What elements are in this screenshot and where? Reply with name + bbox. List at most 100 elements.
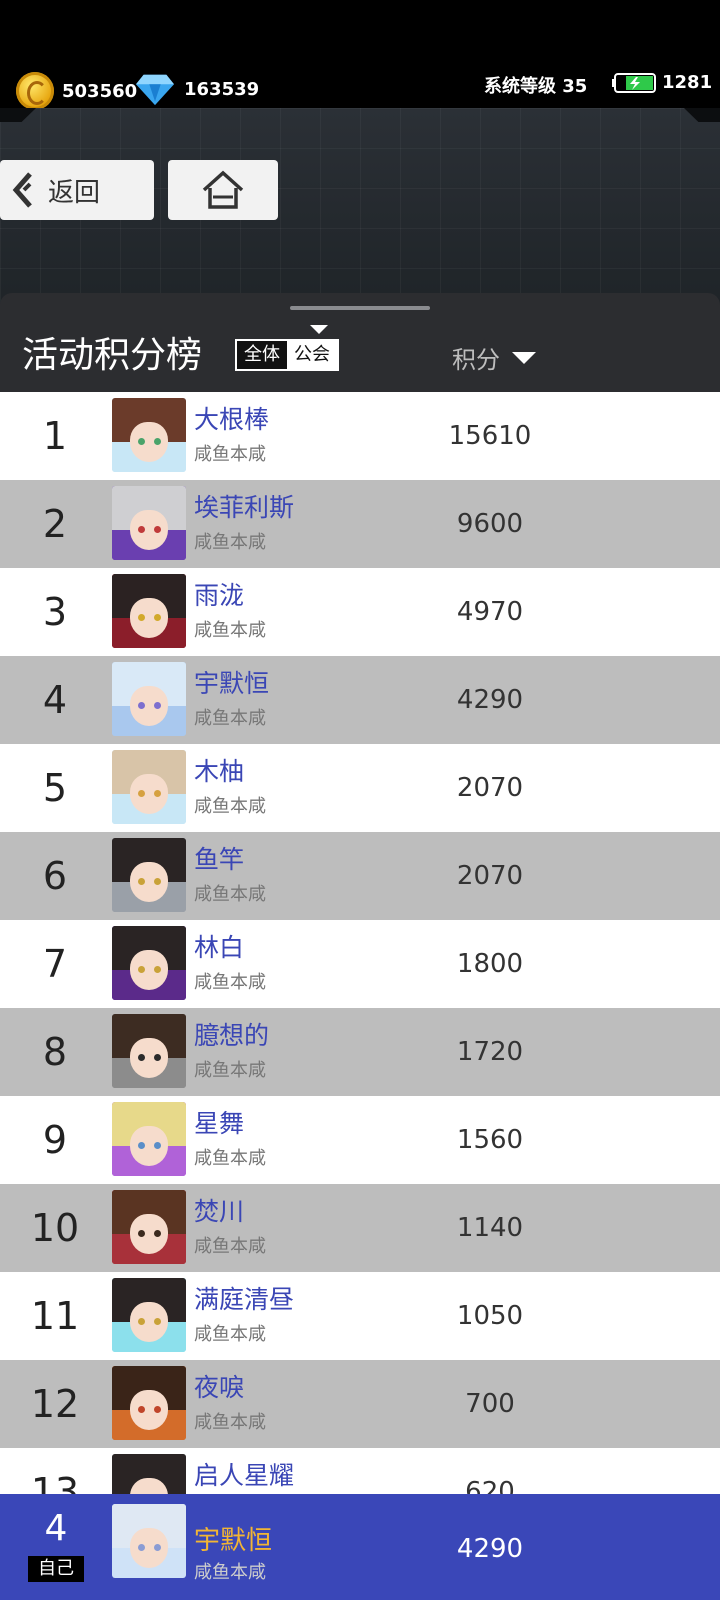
ranking-list[interactable]: 1 大根棒 咸鱼本咸 15610 2 埃菲利斯 咸鱼本咸 9600 3 雨泷 咸鱼本咸 4970 4 宇默… (0, 392, 720, 1494)
sort-down-icon (512, 351, 536, 364)
player-avatar[interactable] (112, 1366, 186, 1440)
leaderboard-row[interactable]: 12 夜唳咸鱼本咸 700 (0, 1360, 720, 1448)
energy-amount: 1281 (662, 72, 713, 93)
back-button[interactable]: 返回 (0, 160, 154, 220)
self-tag: 自己 (28, 1556, 84, 1582)
player-avatar[interactable] (112, 750, 186, 824)
player-guild: 咸鱼本咸 (194, 1148, 266, 1169)
self-avatar (112, 1504, 186, 1578)
leaderboard-row[interactable]: 9 星舞咸鱼本咸 1560 (0, 1096, 720, 1184)
gold-coin-icon (16, 72, 54, 110)
drag-handle[interactable] (290, 306, 430, 310)
leaderboard-row[interactable]: 2 埃菲利斯咸鱼本咸 9600 (0, 480, 720, 568)
player-name[interactable]: 林白 (194, 928, 244, 964)
leaderboard-row[interactable]: 6 鱼竿咸鱼本咸 2070 (0, 832, 720, 920)
player-name[interactable]: 宇默恒 (194, 664, 269, 700)
board-title: 活动积分榜 (22, 335, 203, 376)
home-button[interactable] (168, 160, 278, 220)
player-guild: 咸鱼本咸 (194, 1060, 266, 1081)
leaderboard-row[interactable]: 1 大根棒咸鱼本咸 15610 (0, 392, 720, 480)
player-name[interactable]: 启人星耀 (194, 1456, 294, 1492)
player-name[interactable]: 夜唳 (194, 1368, 244, 1404)
self-name: 宇默恒 (194, 1526, 273, 1556)
player-score: 2070 (456, 861, 524, 891)
player-avatar[interactable] (112, 662, 186, 736)
player-guild: 咸鱼本咸 (194, 1412, 266, 1433)
player-name[interactable]: 星舞 (194, 1104, 244, 1140)
self-score: 4290 (456, 1534, 524, 1564)
rank-number: 3 (42, 590, 68, 634)
player-name[interactable]: 满庭清昼 (194, 1280, 294, 1316)
player-name[interactable]: 大根棒 (194, 400, 269, 436)
player-avatar[interactable] (112, 486, 186, 560)
self-guild: 咸鱼本咸 (194, 1562, 266, 1583)
player-avatar[interactable] (112, 398, 186, 472)
diamond-icon (136, 74, 174, 106)
rank-number: 12 (30, 1382, 80, 1426)
player-avatar[interactable] (112, 1014, 186, 1088)
player-avatar[interactable] (112, 838, 186, 912)
player-score: 4970 (456, 597, 524, 627)
leaderboard-row[interactable]: 10 焚川 咸鱼本咸 1140 (0, 1184, 720, 1272)
energy-resource: 1281 (612, 72, 712, 93)
battery-icon (612, 72, 656, 93)
rank-number: 5 (42, 766, 68, 810)
rank-number: 7 (42, 942, 68, 986)
player-avatar[interactable] (112, 1102, 186, 1176)
rank-number: 10 (30, 1206, 80, 1250)
scope-filter[interactable]: 全体 公会 (235, 339, 339, 371)
diamond-amount: 163539 (184, 78, 260, 100)
score-header-label: 积分 (452, 346, 500, 374)
self-rank: 4 (44, 1508, 68, 1549)
player-avatar[interactable] (112, 1278, 186, 1352)
rank-number: 4 (42, 678, 68, 722)
player-name[interactable]: 鱼竿 (194, 840, 244, 876)
leaderboard-row[interactable]: 11 满庭清昼 咸鱼本咸 1050 (0, 1272, 720, 1360)
filter-all[interactable]: 全体 (237, 341, 287, 369)
leaderboard-row[interactable]: 3 雨泷 咸鱼本咸 4970 (0, 568, 720, 656)
player-name[interactable]: 埃菲利斯 (194, 488, 294, 524)
player-score: 9600 (456, 509, 524, 539)
player-avatar[interactable] (112, 1454, 186, 1494)
player-score: 1800 (456, 949, 524, 979)
diamond-resource: 163539 (136, 72, 259, 106)
rank-number: 1 (42, 414, 68, 458)
rank-number: 13 (30, 1470, 80, 1494)
rank-number: 2 (42, 502, 68, 546)
leaderboard-row[interactable]: 4 宇默恒 咸鱼本咸 4290 (0, 656, 720, 744)
system-level-text: 系统等级 35 (484, 76, 588, 97)
player-score: 1050 (456, 1301, 524, 1331)
player-avatar[interactable] (112, 926, 186, 1000)
player-score: 1560 (456, 1125, 524, 1155)
player-score: 700 (465, 1389, 515, 1419)
chevron-left-icon (12, 172, 32, 208)
leaderboard-row[interactable]: 13启人星耀咸鱼本咸620 (0, 1448, 720, 1494)
leaderboard-row[interactable]: 5 木柚 咸鱼本咸 2070 (0, 744, 720, 832)
self-rank-bar (0, 1494, 720, 1600)
player-score: 15610 (448, 421, 532, 451)
rank-number: 9 (42, 1118, 68, 1162)
player-guild: 咸鱼本咸 (194, 708, 266, 729)
player-guild: 咸鱼本咸 (194, 444, 266, 465)
player-avatar[interactable] (112, 574, 186, 648)
player-guild: 咸鱼本咸 (194, 884, 266, 905)
rank-number: 6 (42, 854, 68, 898)
player-guild: 咸鱼本咸 (194, 532, 266, 553)
system-level: 系统等级 35 (484, 72, 587, 98)
filter-guild[interactable]: 公会 (287, 341, 337, 369)
player-name[interactable]: 木柚 (194, 752, 244, 788)
player-score: 1140 (456, 1213, 524, 1243)
gold-amount: 503560 (62, 80, 138, 102)
player-avatar[interactable] (112, 1190, 186, 1264)
leaderboard-row[interactable]: 7 林白 咸鱼本咸 1800 (0, 920, 720, 1008)
score-sort-header[interactable]: 积分 (452, 340, 536, 375)
back-label: 返回 (48, 177, 101, 208)
player-name[interactable]: 臆想的 (194, 1016, 269, 1052)
player-score: 1720 (456, 1037, 524, 1067)
rank-number: 11 (30, 1294, 80, 1338)
leaderboard-row[interactable]: 8 臆想的 咸鱼本咸 1720 (0, 1008, 720, 1096)
player-name[interactable]: 焚川 (194, 1192, 244, 1228)
gold-resource: 503560 (16, 72, 137, 110)
filter-indicator-icon (310, 325, 328, 334)
player-name[interactable]: 雨泷 (194, 576, 244, 612)
